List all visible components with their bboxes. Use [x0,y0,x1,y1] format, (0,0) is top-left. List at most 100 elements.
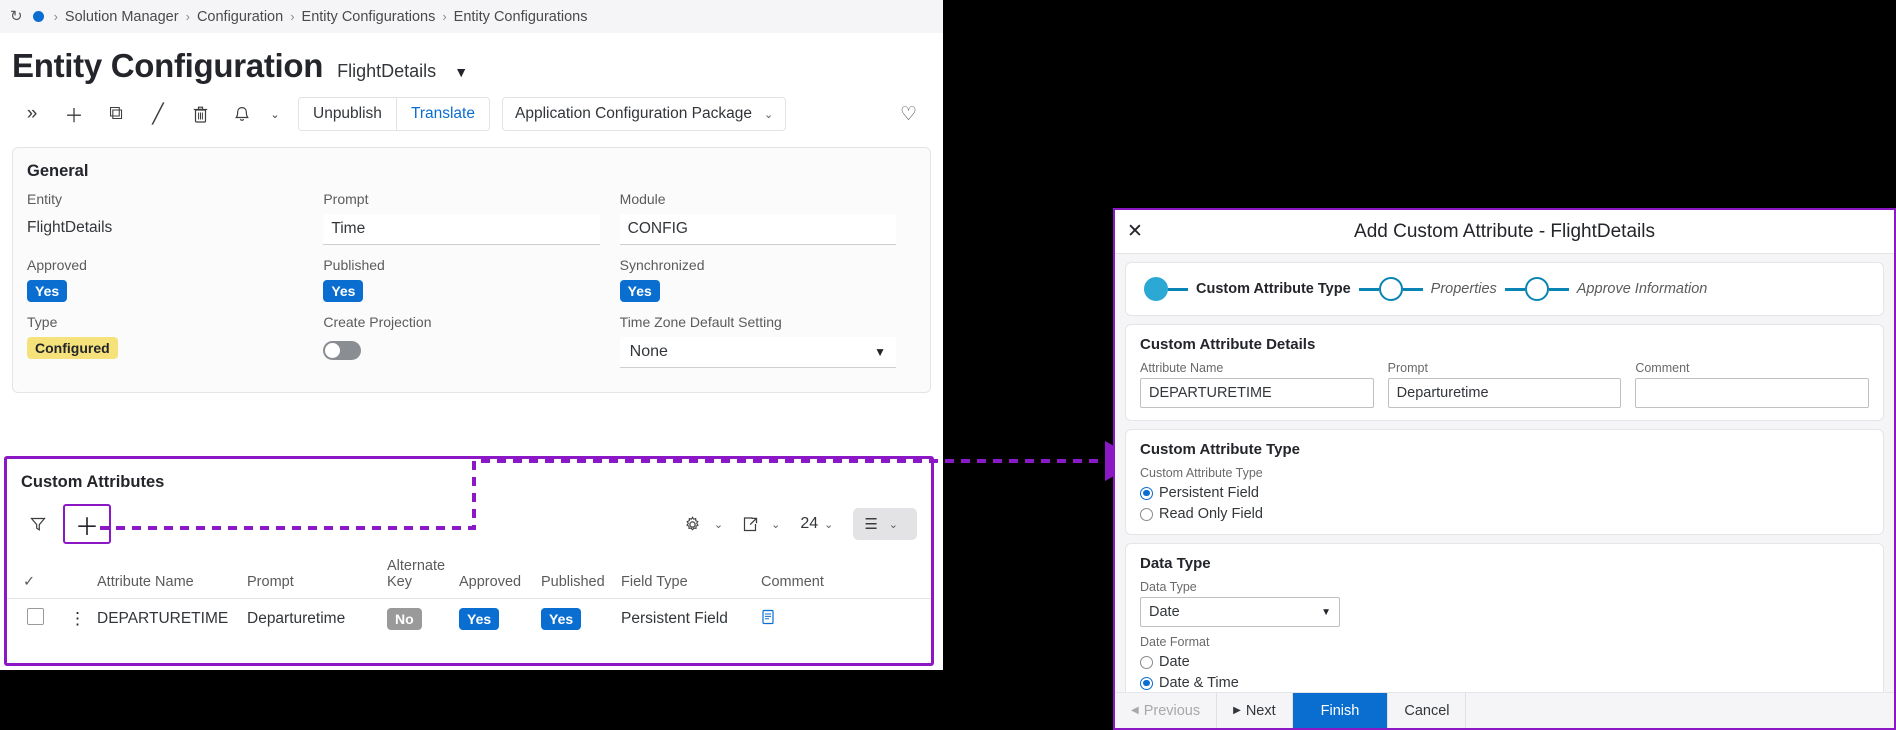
radio-read-only-field[interactable]: Read Only Field [1140,506,1869,522]
unpublish-button[interactable]: Unpublish [299,98,397,130]
settings-caret-icon[interactable]: ⌄ [712,518,731,531]
radio-format-date[interactable]: Date [1140,654,1869,670]
field-label: Module [619,191,666,207]
column-prompt[interactable]: Prompt [243,552,383,599]
column-alternate-key[interactable]: Alternate Key [383,552,455,599]
column-field-type[interactable]: Field Type [617,552,757,599]
close-icon[interactable]: ✕ [1127,220,1143,243]
field-synchronized: Synchronized Yes [619,257,916,310]
time-zone-select[interactable]: None ▼ [619,337,896,368]
column-published[interactable]: Published [537,552,617,599]
wizard-step-2-label: Properties [1430,281,1497,297]
field-value: FlightDetails [27,219,113,236]
cell-comment[interactable] [757,599,931,640]
page-header: Entity Configuration FlightDetails ▼ [0,33,943,91]
page-size-caret-icon[interactable]: ⌄ [822,518,841,531]
row-menu-header [65,552,93,599]
export-caret-icon[interactable]: ⌄ [769,518,788,531]
cancel-button[interactable]: Cancel [1388,693,1467,728]
kebab-menu-icon[interactable]: ⋮ [69,609,86,628]
field-label: Prompt [1387,361,1428,375]
status-dot-icon [32,11,44,22]
previous-button[interactable]: ◀ Previous [1115,693,1218,728]
create-projection-toggle[interactable] [323,341,362,360]
wizard-connector [1504,287,1525,291]
dialog-footer: ◀ Previous ▶ Next Finish Cancel [1115,692,1894,728]
filter-icon[interactable] [21,507,55,541]
edit-icon[interactable]: ╱ [138,97,178,131]
publish-action-group: Unpublish Translate [298,97,490,131]
prompt-input[interactable] [1387,378,1622,408]
published-badge: Yes [541,608,582,630]
column-attribute-name[interactable]: Attribute Name [93,552,243,599]
field-label: Comment [1635,361,1690,375]
field-time-zone-default-setting: Time Zone Default Setting None ▼ [619,314,916,376]
application-configuration-package-select[interactable]: Application Configuration Package ⌄ [501,97,787,131]
radio-icon[interactable] [1140,507,1153,521]
wizard-step-3-dot[interactable] [1524,277,1549,301]
wizard-step-3-label: Approve Information [1576,281,1708,297]
radio-persistent-field[interactable]: Persistent Field [1140,485,1869,501]
custom-attributes-toolbar: ＋ ⌄ ⌄ 24 ⌄ ☰ ⌄ [7,500,931,552]
next-button[interactable]: ▶ Next [1217,693,1293,728]
overflow-icon[interactable]: » [12,97,52,131]
settings-gear-icon[interactable] [678,508,708,540]
details-section-title: Custom Attribute Details [1140,336,1316,353]
chevron-down-icon[interactable]: ▼ [454,64,468,80]
table-row[interactable]: ⋮ DEPARTURETIME Departuretime No Yes Yes… [7,599,931,640]
delete-icon[interactable] [180,97,220,131]
attr-type-section-title: Custom Attribute Type [1140,441,1300,458]
attribute-name-input[interactable] [1140,378,1374,408]
comment-input[interactable] [1635,378,1869,408]
data-type-value: Date [1149,604,1180,620]
row-checkbox-cell[interactable] [7,599,65,640]
module-input[interactable] [619,214,896,245]
finish-button[interactable]: Finish [1292,693,1389,728]
bell-icon[interactable] [222,97,262,131]
wizard-step-2-dot[interactable] [1378,277,1403,301]
note-icon [762,609,774,625]
select-all-header[interactable]: ✓ [7,552,65,599]
breadcrumb-item-0[interactable]: Solution Manager [65,9,179,25]
add-custom-attribute-button[interactable]: ＋ [63,504,111,544]
radio-format-date-time[interactable]: Date & Time [1140,675,1869,691]
previous-label: Previous [1143,702,1201,719]
bell-dropdown-caret-icon[interactable]: ⌄ [264,97,286,131]
prompt-input[interactable] [323,214,600,245]
radio-icon[interactable] [1140,676,1153,690]
add-icon[interactable]: ＋ [54,97,94,131]
refresh-icon[interactable]: ↻ [10,9,23,24]
table-header-row: ✓ Attribute Name Prompt Alternate Key Ap… [7,552,931,599]
view-list-icon: ☰ [864,516,877,533]
field-comment: Comment [1635,361,1869,408]
field-type: Type Configured [27,314,323,376]
custom-attributes-panel: Custom Attributes ＋ ⌄ ⌄ 24 ⌄ ☰ ⌄ ✓ Attri… [4,456,934,666]
radio-icon[interactable] [1140,486,1153,500]
field-label: Attribute Name [1140,361,1224,375]
breadcrumb-item-1[interactable]: Configuration [197,9,283,25]
column-approved[interactable]: Approved [455,552,537,599]
translate-button[interactable]: Translate [396,98,489,130]
row-checkbox[interactable] [27,608,44,625]
breadcrumb-item-2[interactable]: Entity Configurations [302,9,436,25]
radio-icon[interactable] [1140,655,1153,669]
field-prompt: Prompt [323,191,619,253]
column-comment[interactable]: Comment [757,552,931,599]
breadcrumb-item-3[interactable]: Entity Configurations [454,9,588,25]
wizard-step-1-label: Custom Attribute Type [1196,281,1351,297]
custom-attribute-type-section: Custom Attribute Type Custom Attribute T… [1125,429,1884,535]
favorite-heart-icon[interactable]: ♡ [900,103,931,126]
wizard-progress: Custom Attribute Type Properties Approve… [1125,262,1884,316]
wizard-step-1-dot[interactable] [1144,277,1168,301]
view-mode-button[interactable]: ☰ ⌄ [853,508,917,540]
data-type-select[interactable]: Date ▼ [1140,597,1340,627]
breadcrumb: › Solution Manager › Configuration › Ent… [54,9,588,25]
field-attribute-name: Attribute Name [1140,361,1374,408]
row-menu-cell[interactable]: ⋮ [65,599,93,640]
date-format-label: Date Format [1140,635,1210,649]
field-label: Time Zone Default Setting [619,314,782,330]
chevron-down-icon: ▼ [1321,606,1331,618]
copy-icon[interactable]: ⧉ [96,97,136,131]
export-icon[interactable] [735,508,765,540]
custom-attributes-table: ✓ Attribute Name Prompt Alternate Key Ap… [7,552,931,639]
